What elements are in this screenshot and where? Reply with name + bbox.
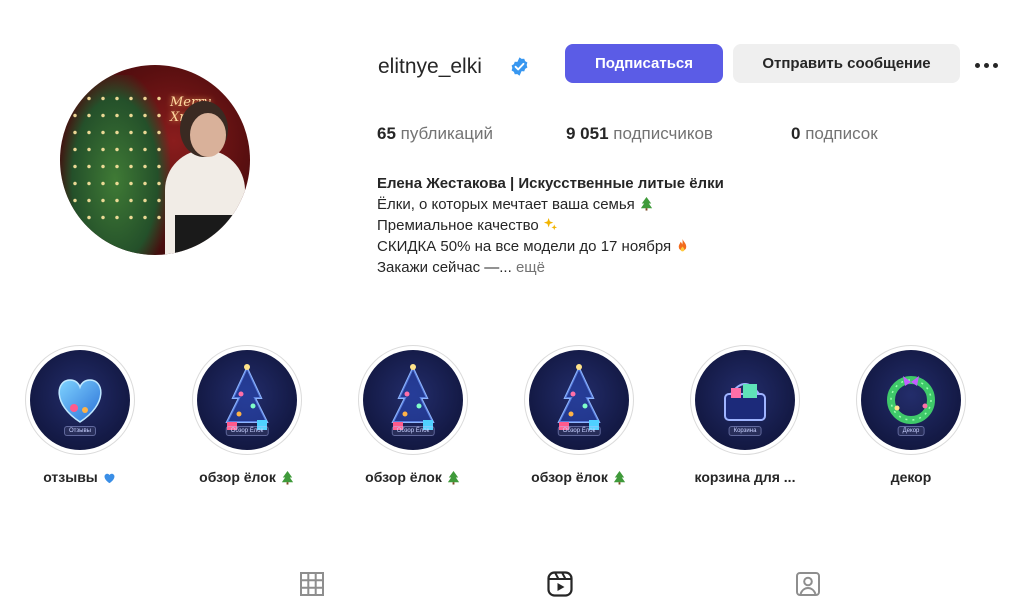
more-options-icon[interactable] [975, 58, 1007, 72]
highlight-label: обзор ёлок [524, 469, 634, 485]
highlight-cover: Декор [861, 350, 961, 450]
avatar-lights [68, 90, 168, 230]
highlight-ring[interactable]: Обзор Ёлок [192, 345, 302, 455]
highlight-cover: Корзина [695, 350, 795, 450]
profile-bio: Елена Жестакова | Искусственные литые ёл… [377, 173, 797, 278]
highlight-cover-text: Корзина [728, 426, 762, 436]
highlight-label: корзина для ... [694, 469, 796, 485]
bio-line-1: Ёлки, о которых мечтает ваша семья [377, 194, 797, 215]
highlight-tree-review-1[interactable]: Обзор Ёлок обзор ёлок [192, 345, 302, 485]
highlight-cover: Обзор Ёлок [197, 350, 297, 450]
highlight-cover: Обзор Ёлок [363, 350, 463, 450]
highlight-ring[interactable]: Обзор Ёлок [358, 345, 468, 455]
followers-label: подписчиков [613, 124, 713, 143]
posts-label: публикаций [400, 124, 493, 143]
highlight-cover-text: Обзор Ёлок [225, 426, 269, 436]
highlight-decor[interactable]: Декор декор [856, 345, 966, 485]
blue-heart-emoji-icon [104, 473, 115, 483]
bio-line-3: СКИДКА 50% на все модели до 17 ноября [377, 236, 797, 257]
highlight-label: обзор ёлок [192, 469, 302, 485]
stat-following[interactable]: 0 подписок [791, 124, 878, 144]
highlight-cover: Отзывы [30, 350, 130, 450]
highlight-tree-review-3[interactable]: Обзор Ёлок обзор ёлок [524, 345, 634, 485]
posts-count: 65 [377, 124, 396, 143]
tagged-icon[interactable] [794, 570, 822, 598]
christmas-tree-emoji-icon [640, 196, 653, 211]
christmas-tree-emoji-icon [613, 470, 625, 485]
highlight-cover-text: Обзор Ёлок [557, 426, 601, 436]
highlight-ring[interactable]: Обзор Ёлок [524, 345, 634, 455]
grid-icon[interactable] [298, 570, 326, 598]
avatar-person-head [190, 113, 226, 157]
bio-line-2: Премиальное качество [377, 215, 797, 236]
highlight-label: обзор ёлок [358, 469, 468, 485]
highlight-cover-text: Обзор Ёлок [391, 426, 435, 436]
follow-button[interactable]: Подписаться [565, 44, 723, 83]
reels-icon[interactable] [546, 570, 574, 598]
christmas-tree-emoji-icon [281, 470, 293, 485]
highlight-tree-review-2[interactable]: Обзор Ёлок обзор ёлок [358, 345, 468, 485]
highlight-cover-text: Декор [897, 426, 925, 436]
highlight-ring[interactable]: Декор [856, 345, 966, 455]
highlight-cover: Обзор Ёлок [529, 350, 629, 450]
highlight-ring[interactable]: Отзывы [25, 345, 135, 455]
highlight-cover-text: Отзывы [64, 426, 96, 436]
fire-emoji-icon [679, 238, 687, 252]
highlight-reviews[interactable]: Отзывы отзывы [25, 345, 135, 485]
sparkles-emoji-icon [543, 217, 558, 231]
highlight-label: декор [890, 469, 932, 485]
christmas-tree-emoji-icon [447, 470, 459, 485]
bio-name: Елена Жестакова | Искусственные литые ёл… [377, 175, 724, 192]
stat-posts: 65 публикаций [377, 124, 493, 144]
send-message-button[interactable]: Отправить сообщение [733, 44, 960, 83]
profile-avatar[interactable]: Merry Xmas [60, 65, 250, 255]
verified-badge-icon [511, 57, 528, 76]
highlight-label: отзывы [25, 469, 135, 485]
bio-line-4: Закажи сейчас —... ещё [377, 259, 545, 276]
avatar-person-skirt [175, 215, 235, 255]
highlight-ring[interactable]: Корзина [690, 345, 800, 455]
bio-more-link[interactable]: ещё [516, 259, 545, 276]
following-label: подписок [805, 124, 878, 143]
profile-tabs [0, 560, 1024, 609]
followers-count: 9 051 [566, 124, 609, 143]
following-count: 0 [791, 124, 801, 143]
stat-followers[interactable]: 9 051 подписчиков [566, 124, 713, 144]
profile-username: elitnye_elki [378, 55, 482, 78]
highlight-basket[interactable]: Корзина корзина для ... [690, 345, 800, 485]
